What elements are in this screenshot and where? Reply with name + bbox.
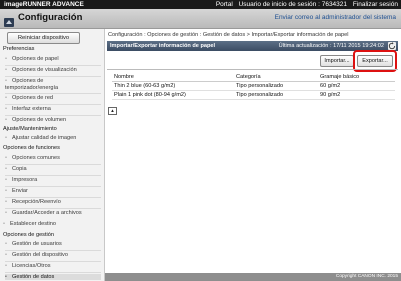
col-weight[interactable]: Gramaje básico (318, 73, 395, 82)
bullet-icon: ▫ (3, 221, 5, 227)
sidebar-item-receive[interactable]: ▫ Recepción/Reenvío (5, 199, 101, 205)
cell-weight: 90 g/m2 (318, 90, 395, 100)
settings-icon (4, 14, 14, 27)
col-category[interactable]: Categoría (234, 73, 318, 82)
refresh-icon[interactable] (388, 42, 396, 50)
cell-category: Tipo personalizado (234, 81, 318, 91)
sidebar-item-printer[interactable]: ▫ Impresora (5, 177, 101, 183)
sidebar-item-label: Enviar (12, 188, 28, 194)
sidebar-item-label: Opciones de volumen (12, 117, 67, 123)
cell-category: Tipo personalizado (234, 90, 318, 100)
sidebar-item-display[interactable]: ▫ Opciones de visualización (5, 67, 101, 73)
import-button[interactable]: Importar... (320, 55, 354, 67)
sidebar-item-image-quality[interactable]: ▫ Ajustar calidad de imagen (5, 135, 101, 141)
footer: Copyright CANON INC. 2015 (105, 273, 401, 281)
bullet-icon: ▫ (5, 241, 7, 247)
bullet-icon: ▫ (5, 117, 7, 123)
sidebar-item-label: Ajustar calidad de imagen (12, 135, 77, 141)
bullet-icon: ▫ (5, 106, 7, 112)
sidebar-item-label: Copia (12, 166, 27, 172)
table-header-row: Nombre Categoría Gramaje básico (112, 73, 395, 82)
sidebar-item-users[interactable]: ▫ Gestión de usuarios (5, 241, 101, 247)
sidebar-item-licenses[interactable]: ▫ Licencias/Otros (5, 263, 101, 269)
page-title: Configuración (18, 12, 83, 23)
table-row[interactable]: Plain 1 pink dot (80-94 g/m2) Tipo perso… (112, 90, 395, 100)
sidebar-item-label: Opciones de red (12, 95, 54, 101)
sidebar-item-send[interactable]: ▫ Enviar (5, 188, 101, 194)
bullet-icon: ▫ (5, 135, 7, 141)
sidebar-item-device[interactable]: ▫ Gestión del dispositivo (5, 252, 101, 258)
sidebar-item-timer[interactable]: ▫ Opciones de temporizador/energía (5, 78, 79, 91)
table-row[interactable]: Thin 2 blue (60-63 g/m2) Tipo personaliz… (112, 81, 395, 91)
sidebar-section-functions[interactable]: Opciones de funciones (3, 145, 60, 151)
sidebar-item-label: Gestión de usuarios (12, 241, 62, 247)
logout-link[interactable]: Finalizar sesión (353, 1, 398, 8)
bullet-icon: ▫ (5, 56, 7, 62)
sidebar-item-label: Opciones comunes (12, 155, 60, 161)
main-content: Configuración : Opciones de gestión : Ge… (105, 29, 401, 281)
brand-label: imageRUNNER ADVANCE (4, 1, 84, 8)
scroll-top-icon[interactable]: ▲ (108, 107, 117, 115)
sidebar-item-label: Establecer destino (10, 221, 57, 227)
bullet-icon: ▪ (5, 274, 7, 280)
cell-name: Thin 2 blue (60-63 g/m2) (112, 81, 234, 91)
mail-admin-link[interactable]: Enviar correo al administrador del siste… (275, 14, 396, 21)
bullet-icon: ▫ (5, 199, 7, 205)
panel-title: Importar/Exportar información de papel (110, 43, 216, 49)
paper-table: Nombre Categoría Gramaje básico Thin 2 b… (112, 73, 395, 100)
sidebar-item-label: Opciones de temporizador/energía (5, 78, 59, 91)
sidebar-section-preferences[interactable]: Preferencias (3, 46, 34, 52)
sidebar-section-management[interactable]: Opciones de gestión (3, 232, 54, 238)
sidebar-item-common[interactable]: ▫ Opciones comunes (5, 155, 101, 161)
copyright: Copyright CANON INC. 2015 (335, 274, 398, 279)
sidebar-item-label: Recepción/Reenvío (12, 199, 61, 205)
sidebar-item-label: Gestión del dispositivo (12, 252, 68, 258)
bullet-icon: ▫ (5, 177, 7, 183)
sidebar-item-paper[interactable]: ▫ Opciones de papel (5, 56, 101, 62)
sidebar-item-copy[interactable]: ▫ Copia (5, 166, 101, 172)
cell-weight: 60 g/m2 (318, 81, 395, 91)
session-user: Usuario de inicio de sesión : 7634321 (238, 1, 348, 8)
sidebar: Reiniciar dispositivo Preferencias ▫ Opci… (0, 29, 105, 281)
bullet-icon: ▫ (5, 67, 7, 73)
sidebar-section-maintenance[interactable]: Ajuste/Mantenimiento (3, 126, 57, 132)
cell-name: Plain 1 pink dot (80-94 g/m2) (112, 90, 234, 100)
col-name[interactable]: Nombre (112, 73, 234, 82)
sidebar-item-label: Impresora (12, 177, 38, 183)
sidebar-item-files[interactable]: ▫ Guardar/Acceder a archivos (5, 210, 101, 216)
bullet-icon: ▫ (5, 210, 7, 216)
page-header: Configuración Enviar correo al administr… (0, 9, 401, 29)
sidebar-item-data[interactable]: ▪ Gestión de datos (5, 274, 101, 280)
bullet-icon: ▫ (5, 155, 7, 161)
sidebar-item-label: Opciones de papel (12, 56, 59, 62)
bullet-icon: ▫ (5, 188, 7, 194)
sidebar-item-label: Gestión de datos (12, 274, 55, 280)
bullet-icon: ▫ (5, 95, 7, 101)
top-bar: imageRUNNER ADVANCE Portal Usuario de in… (0, 0, 401, 9)
sidebar-item-network[interactable]: ▫ Opciones de red (5, 95, 101, 101)
divider (107, 69, 398, 70)
sidebar-item-interface[interactable]: ▫ Interfaz externa (5, 106, 101, 112)
bullet-icon: ▫ (5, 263, 7, 269)
breadcrumb: Configuración : Opciones de gestión : Ge… (108, 32, 349, 38)
restart-device-button[interactable]: Reiniciar dispositivo (7, 32, 80, 44)
sidebar-item-label: Interfaz externa (12, 106, 51, 112)
bullet-icon: ▫ (5, 166, 7, 172)
sidebar-section-destination[interactable]: ▫ Establecer destino (3, 221, 99, 227)
sidebar-item-label: Guardar/Acceder a archivos (12, 210, 82, 216)
sidebar-item-label: Licencias/Otros (12, 263, 51, 269)
sidebar-item-label: Opciones de visualización (12, 67, 77, 73)
portal-link[interactable]: Portal (216, 1, 233, 8)
sidebar-item-volume[interactable]: ▫ Opciones de volumen (5, 117, 101, 123)
bullet-icon: ▫ (5, 252, 7, 258)
